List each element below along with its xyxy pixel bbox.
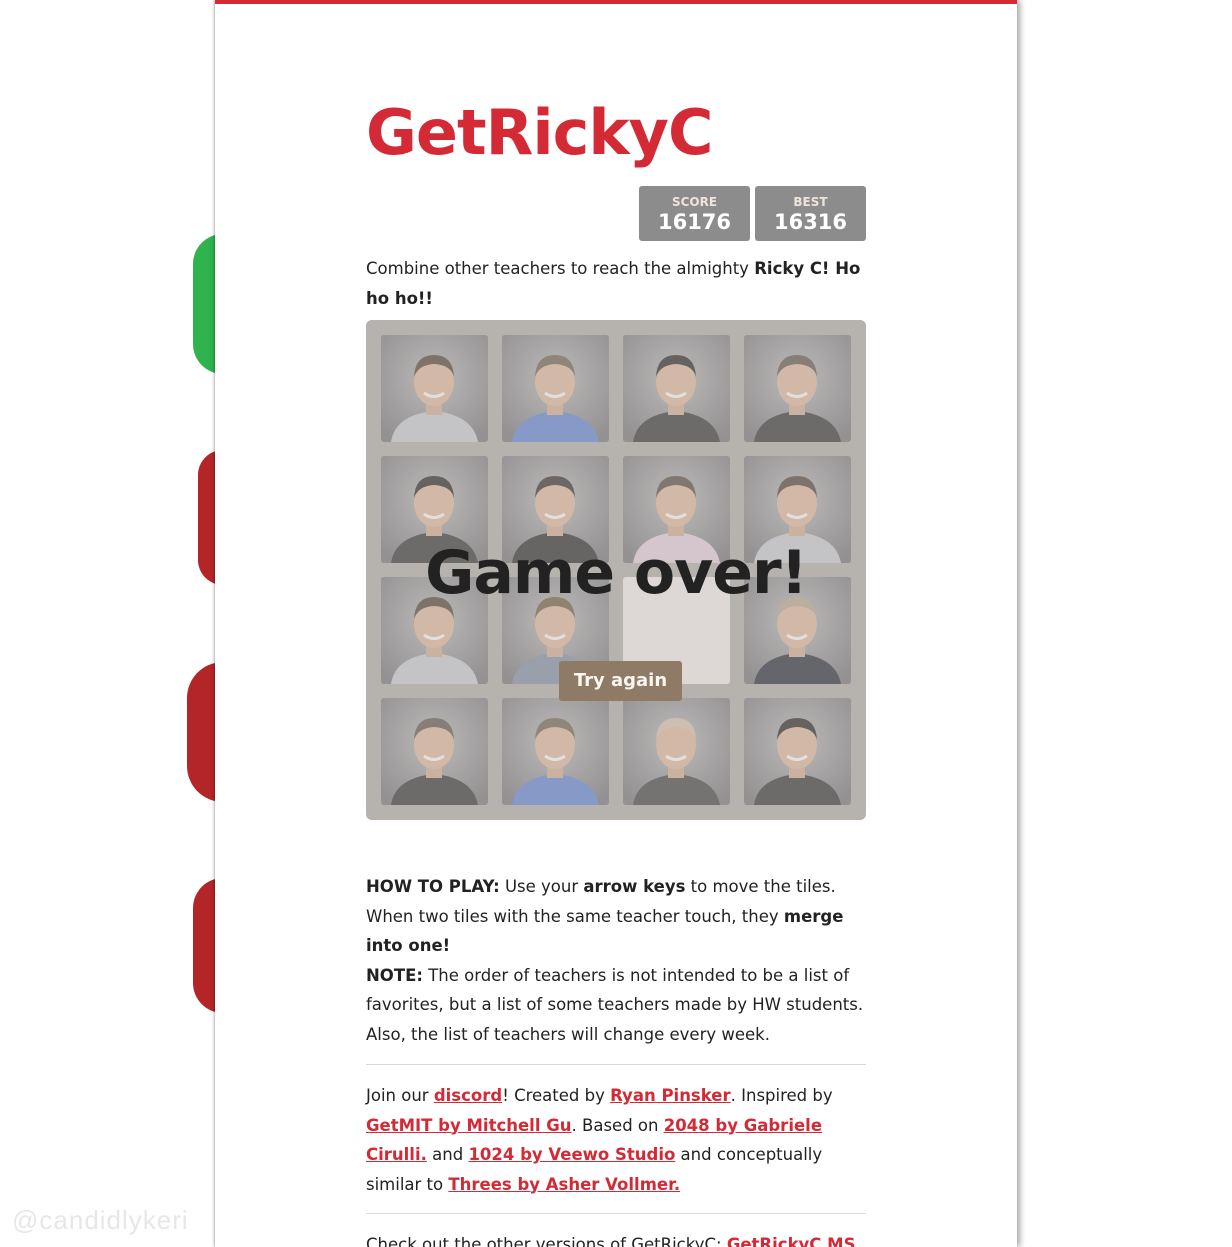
credits-text: ! Created by	[502, 1086, 611, 1105]
note-label: NOTE:	[366, 965, 423, 985]
getrickyc-ms-link[interactable]: GetRickyC MS	[727, 1235, 856, 1247]
other-versions-text: Check out the other versions of GetRicky…	[366, 1235, 727, 1247]
page-card: GetRickyC SCORE 16176 BEST 16316 Combine…	[215, 0, 1017, 1247]
getmit-link[interactable]: GetMIT by Mitchell Gu	[366, 1116, 572, 1135]
score-label: SCORE	[671, 195, 718, 209]
1024-link[interactable]: 1024 by Veewo Studio	[468, 1145, 675, 1164]
page-title: GetRickyC	[366, 96, 713, 169]
author-link[interactable]: Ryan Pinsker	[610, 1086, 731, 1105]
intro-plain: Combine other teachers to reach the almi…	[366, 259, 755, 278]
credits: Join our discord! Created by Ryan Pinske…	[366, 1081, 866, 1199]
other-versions: Check out the other versions of GetRicky…	[366, 1230, 886, 1247]
threes-link[interactable]: Threes by Asher Vollmer.	[448, 1175, 680, 1194]
score-box: SCORE 16176	[639, 186, 750, 241]
note-text: The order of teachers is not intended to…	[366, 965, 864, 1044]
best-label: BEST	[793, 195, 828, 209]
credits-text: and	[426, 1145, 469, 1164]
how-to-play-label: HOW TO PLAY:	[366, 877, 500, 896]
best-value: 16316	[773, 210, 848, 234]
credits-text: Join our	[366, 1086, 434, 1105]
how-to-text: Use your	[499, 877, 584, 896]
credits-text: . Based on	[571, 1115, 664, 1135]
how-to-play: HOW TO PLAY: Use your arrow keys to move…	[366, 872, 866, 1049]
credits-text: . Inspired by	[730, 1086, 833, 1105]
game-over-overlay: Game over! Try again	[366, 320, 866, 820]
divider	[366, 1213, 866, 1214]
intro-text: Combine other teachers to reach the almi…	[366, 254, 866, 314]
best-score-box: BEST 16316	[755, 186, 866, 241]
watermark: @candidlykeri	[12, 1205, 189, 1235]
try-again-button[interactable]: Try again	[559, 661, 682, 701]
divider	[366, 1064, 866, 1065]
arrow-keys-text: arrow keys	[583, 877, 686, 896]
game-board[interactable]: Game over! Try again	[366, 320, 866, 820]
discord-link[interactable]: discord	[434, 1086, 502, 1105]
score-value: 16176	[657, 210, 732, 234]
game-over-message: Game over!	[425, 538, 808, 608]
